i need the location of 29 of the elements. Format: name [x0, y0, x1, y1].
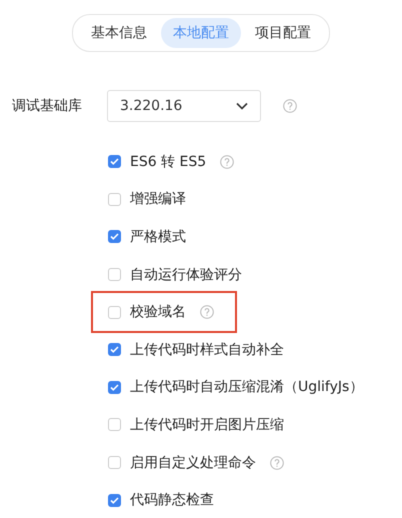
- version-dropdown[interactable]: 3.220.16: [107, 90, 261, 122]
- help-icon[interactable]: [270, 456, 284, 470]
- checkbox[interactable]: [108, 456, 121, 470]
- tab[interactable]: 基本信息: [79, 18, 159, 48]
- help-icon[interactable]: [220, 154, 234, 169]
- option-label: 自动运行体验评分: [130, 266, 242, 284]
- option-label: 上传代码时自动压缩混淆（UglifyJs）: [130, 378, 364, 396]
- option-label: ES6 转 ES5: [130, 152, 206, 171]
- option-label: 上传代码时开启图片压缩: [130, 416, 284, 434]
- checkbox[interactable]: [108, 380, 121, 394]
- option-label: 增强编译: [130, 190, 186, 208]
- option-label: 启用自定义处理命令: [130, 454, 256, 472]
- option-label: 代码静态检查: [130, 491, 214, 510]
- checkbox[interactable]: [108, 494, 121, 507]
- checkbox[interactable]: [108, 192, 121, 206]
- checkbox[interactable]: [108, 306, 121, 319]
- help-icon[interactable]: [200, 305, 214, 320]
- checkbox[interactable]: [108, 268, 121, 282]
- option-label: 严格模式: [130, 228, 186, 246]
- option-label: 上传代码时样式自动补全: [130, 340, 284, 359]
- checkbox[interactable]: [108, 155, 121, 168]
- field-label: 调试基础库: [12, 97, 83, 115]
- help-icon[interactable]: [283, 99, 297, 113]
- checkbox[interactable]: [108, 418, 121, 432]
- tab[interactable]: 项目配置: [243, 18, 323, 48]
- checkbox[interactable]: [108, 343, 121, 356]
- checkbox[interactable]: [108, 230, 121, 244]
- option-label: 校验域名: [130, 303, 186, 322]
- chevron-down-icon: [236, 102, 248, 110]
